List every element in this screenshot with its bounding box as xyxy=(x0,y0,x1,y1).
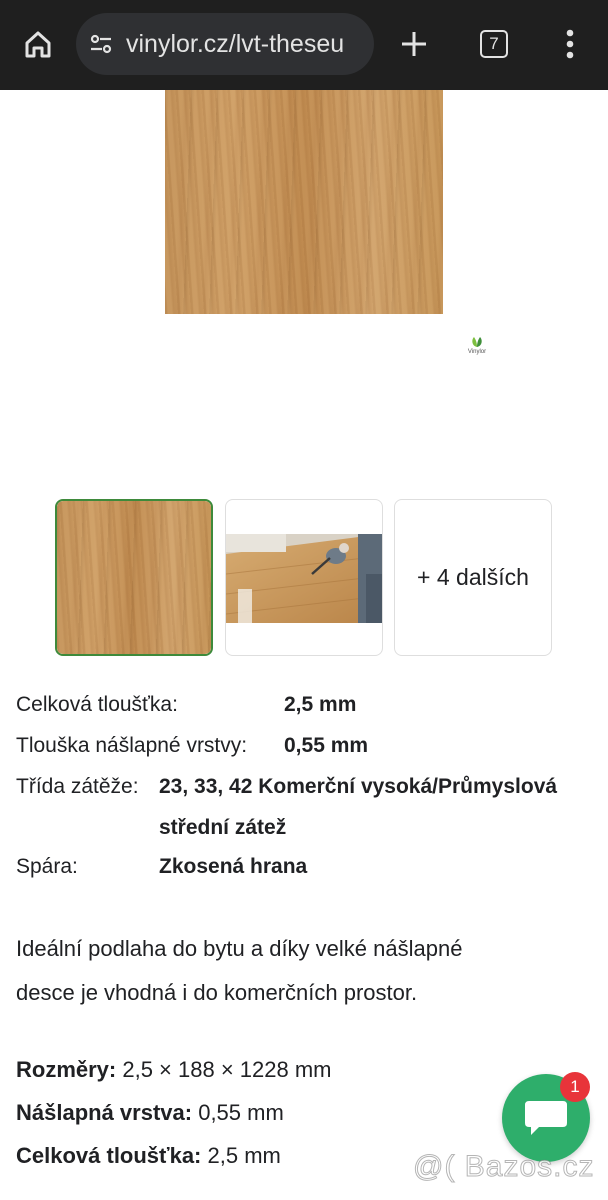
chat-bubble-icon xyxy=(525,1101,567,1135)
spec-value-line-1: 23, 33, 42 Komerční vysoká/Průmyslová xyxy=(159,775,558,798)
wood-texture-image xyxy=(165,90,443,314)
spec-row-wear-layer: Tlouška nášlapné vrstvy: 0,55 mm xyxy=(16,725,576,766)
spec-value: Zkosená hrana xyxy=(159,855,308,878)
tab-count: 7 xyxy=(480,30,508,58)
chat-notification-badge: 1 xyxy=(560,1072,590,1102)
description-line-1: Ideální podlaha do bytu a díky velké náš… xyxy=(16,936,463,961)
spec-row-total-thickness: Celková tloušťka: 2,5 mm xyxy=(16,684,576,725)
url-text[interactable]: vinylor.cz/lvt-theseu xyxy=(126,30,344,59)
home-button[interactable] xyxy=(14,20,62,68)
spec-value: 0,55 mm xyxy=(284,734,369,757)
browser-menu-button[interactable] xyxy=(550,20,590,68)
dimension-wear-layer: Nášlapná vrstva: 0,55 mm xyxy=(16,1091,284,1135)
more-images-label: + 4 dalších xyxy=(417,564,529,590)
dimension-value: 2,5 × 188 × 1228 mm xyxy=(116,1057,332,1082)
site-settings-icon[interactable] xyxy=(88,31,114,57)
thumbnail-room-image xyxy=(226,534,382,623)
product-description: Ideální podlaha do bytu a díky velké náš… xyxy=(16,927,576,1015)
spec-row-joint: Spára: Zkosená hrana xyxy=(16,846,576,887)
watermark: @( Bazos.cz xyxy=(413,1150,595,1184)
new-tab-button[interactable] xyxy=(390,20,438,68)
vinylor-logo: Vinylor xyxy=(462,336,492,360)
dimension-size: Rozměry: 2,5 × 188 × 1228 mm xyxy=(16,1048,332,1092)
spec-value: 2,5 mm xyxy=(284,693,357,716)
tab-switcher-button[interactable]: 7 xyxy=(471,21,517,67)
address-bar[interactable]: vinylor.cz/lvt-theseu xyxy=(76,13,374,75)
spec-label: Celková tloušťka: xyxy=(16,693,178,716)
spec-label: Spára: xyxy=(16,855,78,878)
dimension-label: Nášlapná vrstva: xyxy=(16,1100,193,1125)
spec-label: Třída zátěže: xyxy=(16,775,139,798)
browser-toolbar: vinylor.cz/lvt-theseu 7 xyxy=(0,0,608,90)
description-line-2: desce je vhodná i do komerčních prostor. xyxy=(16,980,418,1005)
home-icon xyxy=(25,31,51,58)
dimension-value: 2,5 mm xyxy=(201,1143,281,1168)
dimension-value: 0,55 mm xyxy=(192,1100,284,1125)
spec-row-load-class: Třída zátěže: 23, 33, 42 Komerční vysoká… xyxy=(16,766,592,848)
spec-value-line-2: střední zátež xyxy=(159,816,287,839)
leaf-icon xyxy=(472,337,482,347)
thumbnail-room[interactable] xyxy=(225,499,383,656)
thumbnail-wood-image xyxy=(57,501,211,654)
thumbnail-wood-selected[interactable] xyxy=(55,499,213,656)
more-vert-icon xyxy=(566,29,574,59)
logo-text: Vinylor xyxy=(467,349,487,355)
dimension-label: Rozměry: xyxy=(16,1057,117,1082)
plus-icon xyxy=(402,32,426,56)
product-main-image[interactable] xyxy=(165,90,443,314)
dimension-label: Celková tloušťka: xyxy=(16,1143,202,1168)
spec-label: Tlouška nášlapné vrstvy: xyxy=(16,734,248,757)
dimension-total-thickness: Celková tloušťka: 2,5 mm xyxy=(16,1134,281,1178)
thumbnail-more[interactable]: + 4 dalších xyxy=(394,499,552,656)
